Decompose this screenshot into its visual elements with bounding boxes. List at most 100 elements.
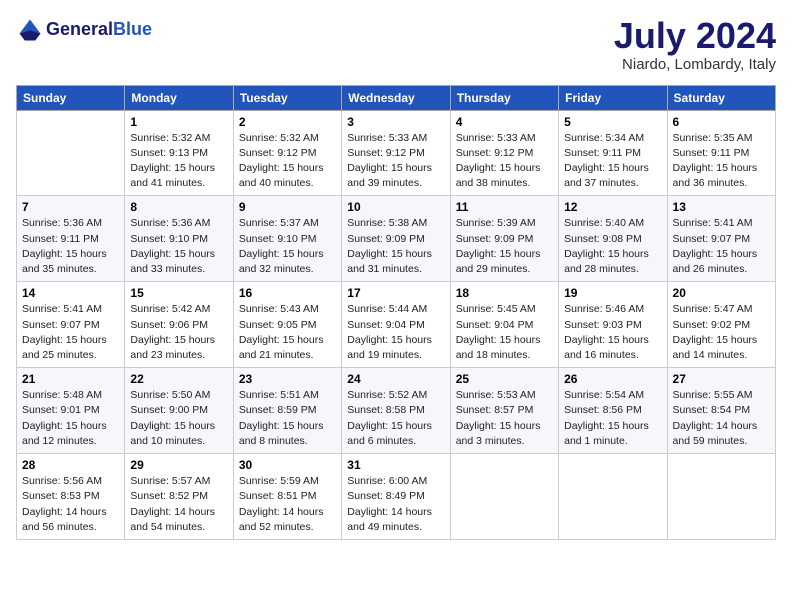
week-row-2: 7 Sunrise: 5:36 AM Sunset: 9:11 PM Daylig… — [17, 196, 776, 282]
calendar-cell: 7 Sunrise: 5:36 AM Sunset: 9:11 PM Daylig… — [17, 196, 125, 282]
calendar-cell: 13 Sunrise: 5:41 AM Sunset: 9:07 PM Dayli… — [667, 196, 775, 282]
day-number: 25 — [456, 372, 553, 386]
calendar-cell: 5 Sunrise: 5:34 AM Sunset: 9:11 PM Daylig… — [559, 110, 667, 196]
day-number: 28 — [22, 458, 119, 472]
logo: GeneralBlue — [16, 16, 152, 44]
day-number: 16 — [239, 286, 336, 300]
day-number: 5 — [564, 115, 661, 129]
day-detail: Sunrise: 5:32 AM Sunset: 9:13 PM Dayligh… — [130, 131, 227, 192]
page-header: GeneralBlue July 2024 Niardo, Lombardy, … — [16, 16, 776, 73]
calendar-cell: 12 Sunrise: 5:40 AM Sunset: 9:08 PM Dayli… — [559, 196, 667, 282]
day-detail: Sunrise: 5:41 AM Sunset: 9:07 PM Dayligh… — [22, 302, 119, 363]
calendar-cell: 8Sunrise: 5:36 AM Sunset: 9:10 PM Daylig… — [125, 196, 233, 282]
column-header-tuesday: Tuesday — [233, 85, 341, 110]
day-detail: Sunrise: 5:55 AM Sunset: 8:54 PM Dayligh… — [673, 388, 770, 449]
calendar-cell: 25 Sunrise: 5:53 AM Sunset: 8:57 PM Dayli… — [450, 368, 558, 454]
day-detail: Sunrise: 5:42 AM Sunset: 9:06 PM Dayligh… — [130, 302, 227, 363]
day-detail: Sunrise: 5:57 AM Sunset: 8:52 PM Dayligh… — [130, 474, 227, 535]
calendar-cell: 23 Sunrise: 5:51 AM Sunset: 8:59 PM Dayli… — [233, 368, 341, 454]
column-header-wednesday: Wednesday — [342, 85, 450, 110]
day-number: 22 — [130, 372, 227, 386]
day-detail: Sunrise: 5:54 AM Sunset: 8:56 PM Dayligh… — [564, 388, 661, 449]
day-detail: Sunrise: 5:43 AM Sunset: 9:05 PM Dayligh… — [239, 302, 336, 363]
day-detail: Sunrise: 5:34 AM Sunset: 9:11 PM Dayligh… — [564, 131, 661, 192]
calendar-cell: 31 Sunrise: 6:00 AM Sunset: 8:49 PM Dayli… — [342, 454, 450, 540]
day-detail: Sunrise: 5:32 AM Sunset: 9:12 PM Dayligh… — [239, 131, 336, 192]
day-number: 11 — [456, 200, 553, 214]
day-number: 9 — [239, 200, 336, 214]
day-detail: Sunrise: 5:35 AM Sunset: 9:11 PM Dayligh… — [673, 131, 770, 192]
day-number: 3 — [347, 115, 444, 129]
week-row-3: 14 Sunrise: 5:41 AM Sunset: 9:07 PM Dayli… — [17, 282, 776, 368]
month-year: July 2024 — [614, 16, 776, 56]
day-number: 24 — [347, 372, 444, 386]
day-detail: Sunrise: 5:40 AM Sunset: 9:08 PM Dayligh… — [564, 216, 661, 277]
day-number: 1 — [130, 115, 227, 129]
calendar-cell: 18Sunrise: 5:45 AM Sunset: 9:04 PM Dayli… — [450, 282, 558, 368]
calendar-cell: 2 Sunrise: 5:32 AM Sunset: 9:12 PM Daylig… — [233, 110, 341, 196]
day-detail: Sunrise: 5:44 AM Sunset: 9:04 PM Dayligh… — [347, 302, 444, 363]
calendar-cell — [450, 454, 558, 540]
day-number: 31 — [347, 458, 444, 472]
day-number: 23 — [239, 372, 336, 386]
day-number: 20 — [673, 286, 770, 300]
day-detail: Sunrise: 5:52 AM Sunset: 8:58 PM Dayligh… — [347, 388, 444, 449]
day-number: 21 — [22, 372, 119, 386]
day-number: 14 — [22, 286, 119, 300]
day-detail: Sunrise: 5:38 AM Sunset: 9:09 PM Dayligh… — [347, 216, 444, 277]
column-header-saturday: Saturday — [667, 85, 775, 110]
day-number: 13 — [673, 200, 770, 214]
day-detail: Sunrise: 5:56 AM Sunset: 8:53 PM Dayligh… — [22, 474, 119, 535]
calendar-cell: 6 Sunrise: 5:35 AM Sunset: 9:11 PM Daylig… — [667, 110, 775, 196]
day-number: 15 — [130, 286, 227, 300]
calendar-cell: 11 Sunrise: 5:39 AM Sunset: 9:09 PM Dayli… — [450, 196, 558, 282]
day-detail: Sunrise: 5:46 AM Sunset: 9:03 PM Dayligh… — [564, 302, 661, 363]
calendar-cell — [17, 110, 125, 196]
calendar-cell: 19Sunrise: 5:46 AM Sunset: 9:03 PM Dayli… — [559, 282, 667, 368]
calendar-cell: 9 Sunrise: 5:37 AM Sunset: 9:10 PM Daylig… — [233, 196, 341, 282]
week-row-4: 21 Sunrise: 5:48 AM Sunset: 9:01 PM Dayli… — [17, 368, 776, 454]
week-row-1: 1 Sunrise: 5:32 AM Sunset: 9:13 PM Daylig… — [17, 110, 776, 196]
day-detail: Sunrise: 5:48 AM Sunset: 9:01 PM Dayligh… — [22, 388, 119, 449]
day-detail: Sunrise: 5:59 AM Sunset: 8:51 PM Dayligh… — [239, 474, 336, 535]
day-detail: Sunrise: 5:39 AM Sunset: 9:09 PM Dayligh… — [456, 216, 553, 277]
day-number: 30 — [239, 458, 336, 472]
header-row: SundayMondayTuesdayWednesdayThursdayFrid… — [17, 85, 776, 110]
day-number: 7 — [22, 200, 119, 214]
day-number: 12 — [564, 200, 661, 214]
calendar-cell: 21 Sunrise: 5:48 AM Sunset: 9:01 PM Dayli… — [17, 368, 125, 454]
day-detail: Sunrise: 5:36 AM Sunset: 9:11 PM Dayligh… — [22, 216, 119, 277]
calendar-cell — [667, 454, 775, 540]
calendar-cell — [559, 454, 667, 540]
location: Niardo, Lombardy, Italy — [614, 56, 776, 73]
calendar-cell: 16 Sunrise: 5:43 AM Sunset: 9:05 PM Dayli… — [233, 282, 341, 368]
day-number: 2 — [239, 115, 336, 129]
calendar-cell: 27 Sunrise: 5:55 AM Sunset: 8:54 PM Dayli… — [667, 368, 775, 454]
calendar-cell: 22Sunrise: 5:50 AM Sunset: 9:00 PM Dayli… — [125, 368, 233, 454]
column-header-thursday: Thursday — [450, 85, 558, 110]
day-detail: Sunrise: 5:47 AM Sunset: 9:02 PM Dayligh… — [673, 302, 770, 363]
day-number: 27 — [673, 372, 770, 386]
day-detail: Sunrise: 5:37 AM Sunset: 9:10 PM Dayligh… — [239, 216, 336, 277]
day-detail: Sunrise: 5:41 AM Sunset: 9:07 PM Dayligh… — [673, 216, 770, 277]
day-detail: Sunrise: 5:53 AM Sunset: 8:57 PM Dayligh… — [456, 388, 553, 449]
day-detail: Sunrise: 5:33 AM Sunset: 9:12 PM Dayligh… — [347, 131, 444, 192]
calendar-cell: 24 Sunrise: 5:52 AM Sunset: 8:58 PM Dayli… — [342, 368, 450, 454]
day-number: 18 — [456, 286, 553, 300]
logo-text: GeneralBlue — [46, 20, 152, 40]
calendar-cell: 17 Sunrise: 5:44 AM Sunset: 9:04 PM Dayli… — [342, 282, 450, 368]
calendar-cell: 30 Sunrise: 5:59 AM Sunset: 8:51 PM Dayli… — [233, 454, 341, 540]
calendar-cell: 15 Sunrise: 5:42 AM Sunset: 9:06 PM Dayli… — [125, 282, 233, 368]
column-header-monday: Monday — [125, 85, 233, 110]
logo-icon — [16, 16, 44, 44]
day-detail: Sunrise: 5:51 AM Sunset: 8:59 PM Dayligh… — [239, 388, 336, 449]
day-number: 4 — [456, 115, 553, 129]
day-number: 6 — [673, 115, 770, 129]
day-number: 17 — [347, 286, 444, 300]
calendar-table: SundayMondayTuesdayWednesdayThursdayFrid… — [16, 85, 776, 540]
title-block: July 2024 Niardo, Lombardy, Italy — [614, 16, 776, 73]
day-detail: Sunrise: 6:00 AM Sunset: 8:49 PM Dayligh… — [347, 474, 444, 535]
day-detail: Sunrise: 5:36 AM Sunset: 9:10 PM Dayligh… — [130, 216, 227, 277]
column-header-sunday: Sunday — [17, 85, 125, 110]
calendar-cell: 10Sunrise: 5:38 AM Sunset: 9:09 PM Dayli… — [342, 196, 450, 282]
